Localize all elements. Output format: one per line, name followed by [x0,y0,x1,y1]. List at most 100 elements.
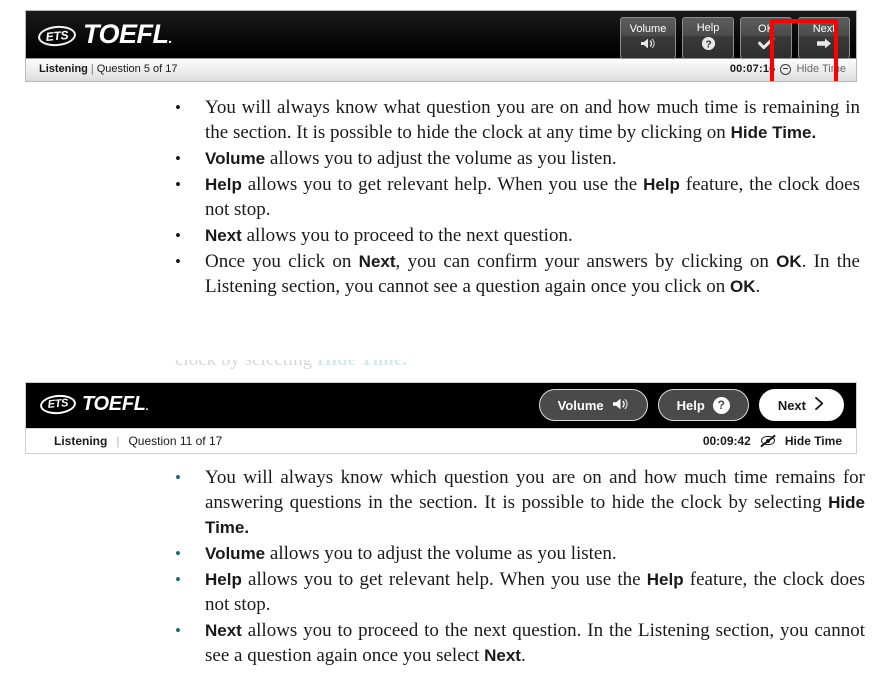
volume-button-label: Volume [629,23,667,36]
bullet-icon: • [175,175,181,194]
body-text: allows you to adjust the volume as you l… [265,543,617,564]
next-button-label: Next [812,23,836,36]
toefl-wordmark: TOEFL. [83,19,172,49]
toefl-header-bar-classic: ETS TOEFL. Volume Help ? OK Next [26,11,856,59]
clipped-text-accent: Hide Time. [317,360,407,370]
list-item-text: You will always know what question you a… [205,95,860,145]
timer-value: 00:07:16 [729,63,776,75]
volume-button[interactable]: Volume [620,17,676,59]
emphasized-term: Help [205,175,242,194]
eye-slash-icon[interactable] [760,434,776,448]
body-text: You will always know which question you … [205,467,865,513]
bullet-icon: • [175,544,181,563]
list-item-text: Volume allows you to adjust the volume a… [205,146,860,171]
ets-logo-text: ETS [45,27,69,44]
instruction-list-bottom: • You will always know which question you… [175,465,865,669]
list-item-text: You will always know which question you … [205,465,865,540]
body-text: . [520,645,526,666]
bullet-icon: • [175,98,181,117]
body-text: allows you to get relevant help. When yo… [241,174,644,195]
next-button[interactable]: Next [758,389,844,421]
body-text: allows you to adjust the volume as you l… [265,148,617,169]
list-item: • Help allows you to get relevant help. W… [175,172,860,222]
emphasized-term: Help [643,175,680,194]
question-circle-icon: ? [712,396,730,414]
minus-circle-icon[interactable] [780,63,792,75]
toefl-header-bar-modern: ETS TOEFL. Volume Help ? Next [26,383,856,428]
emphasized-term: Next [205,226,242,245]
checkmark-icon [757,36,775,53]
emphasized-term: Help [205,570,242,589]
emphasized-term: OK [776,252,802,271]
emphasized-term: Hide Time. [730,123,817,142]
volume-button-label: Volume [557,397,604,413]
section-name: Listening [54,434,108,448]
list-item-text: Next allows you to proceed to the next q… [205,223,860,248]
list-item: • Help allows you to get relevant help. W… [175,567,865,617]
list-item: • You will always know which question you… [175,465,865,540]
speaker-icon [640,37,656,53]
section-name: Listening [39,63,88,75]
body-text: Once you click on [205,251,359,272]
help-button-label: Help [676,397,705,413]
ok-button[interactable]: OK [740,17,792,59]
status-timer-group-classic: 00:07:16 Hide Time [730,63,846,75]
clipped-text-strip: clock by selecting Hide Time. [175,360,865,374]
toefl-screenshot-classic: ETS TOEFL. Volume Help ? OK Next Listeni… [25,10,857,82]
toefl-wordmark: TOEFL. [82,393,149,415]
arrow-right-icon [816,37,832,53]
question-counter: Question 5 of 17 [96,63,178,75]
status-breadcrumb-classic: Listening | Question 5 of 17 [39,63,177,75]
chevron-right-icon [814,396,825,414]
list-item: • You will always know what question you … [175,95,860,145]
list-item-text: Help allows you to get relevant help. Wh… [205,172,860,222]
help-button[interactable]: Help ? [682,17,734,59]
bullet-icon: • [175,621,181,640]
toolbar-modern: Volume Help ? Next [538,389,844,421]
status-timer-group-modern: 00:09:42 Hide Time [703,434,842,448]
clipped-text-before: clock by selecting [175,360,317,370]
toolbar-classic: Volume Help ? OK Next [620,17,850,59]
speaker-icon [612,397,629,414]
clipped-text-line: clock by selecting Hide Time. [175,360,865,372]
toefl-screenshot-modern: ETS TOEFL. Volume Help ? Next Listening … [25,382,857,454]
instruction-list-top: • You will always know what question you … [175,95,860,300]
list-item-text: Once you click on Next, you can confirm … [205,249,860,299]
help-button[interactable]: Help ? [657,389,749,421]
bullet-icon: • [175,149,181,168]
timer-value: 00:09:42 [702,434,751,448]
bullet-icon: • [175,252,181,271]
list-item: • Next allows you to proceed to the next … [175,618,865,668]
volume-button[interactable]: Volume [538,389,648,421]
hide-time-label[interactable]: Hide Time [796,63,846,75]
ets-logo-icon: ETS [39,393,77,416]
body-text: . [755,276,761,297]
body-text: allows you to proceed to the next questi… [205,620,865,666]
emphasized-term: Next [205,621,242,640]
svg-text:?: ? [705,39,711,50]
body-text: allows you to proceed to the next questi… [241,225,573,246]
ets-toefl-logo-modern: ETS TOEFL. [39,393,149,416]
status-breadcrumb-modern: Listening | Question 11 of 17 [54,434,222,448]
question-circle-icon: ? [701,36,716,54]
list-item-text: Help allows you to get relevant help. Wh… [205,567,865,617]
ets-logo-icon: ETS [37,23,77,48]
ets-logo-text: ETS [47,397,69,411]
emphasized-term: Help [646,570,684,589]
question-counter: Question 11 of 17 [128,434,223,448]
page-root: ETS TOEFL. Volume Help ? OK Next Listeni… [0,0,882,673]
emphasized-term: OK [730,277,756,296]
ets-toefl-logo: ETS TOEFL. [37,19,172,50]
ok-button-label: OK [758,23,774,36]
hide-time-label[interactable]: Hide Time [785,434,842,448]
bullet-icon: • [175,570,181,589]
next-button[interactable]: Next [798,17,850,59]
bullet-icon: • [175,468,181,487]
help-button-label: Help [696,22,720,35]
list-item: • Next allows you to proceed to the next … [175,223,860,248]
emphasized-term: Next [358,252,396,271]
list-item-text: Volume allows you to adjust the volume a… [205,541,865,566]
status-bar-classic: Listening | Question 5 of 17 00:07:16 Hide… [26,59,856,81]
list-item-text: Next allows you to proceed to the next q… [205,618,865,668]
list-item: • Volume allows you to adjust the volume … [175,146,860,171]
